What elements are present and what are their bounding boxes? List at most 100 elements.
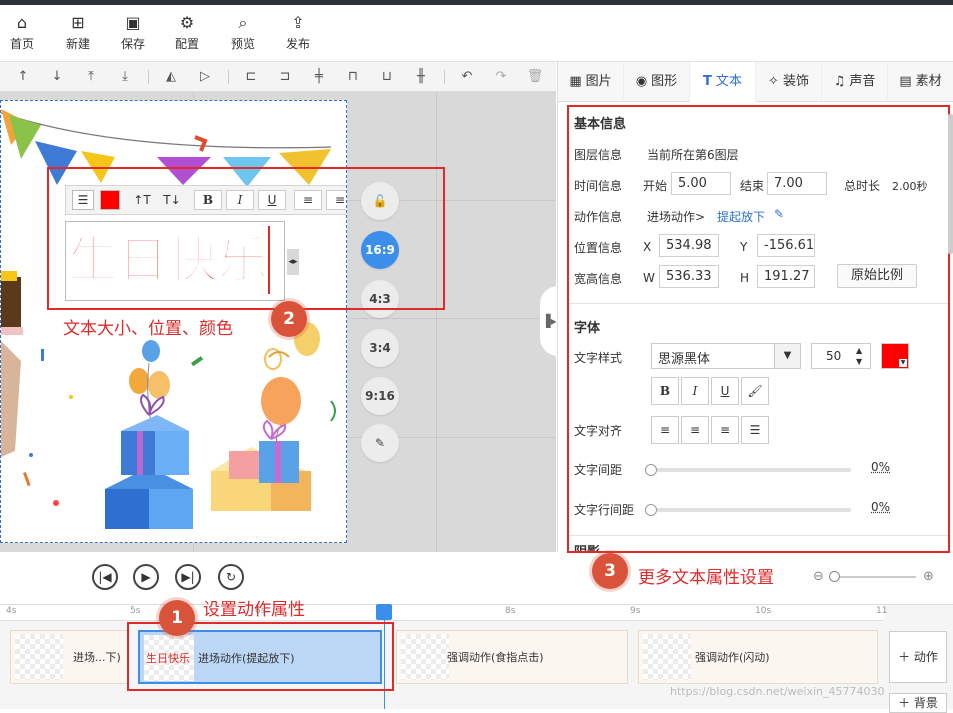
replay-icon[interactable]: ↻ — [218, 564, 244, 590]
font-underline-button[interactable]: U — [711, 377, 739, 405]
sound-icon: ♫ — [833, 74, 846, 89]
tab-material[interactable]: ▤ 素材 — [888, 62, 953, 102]
align-right-text-button[interactable]: ≡ — [711, 416, 739, 444]
tab-image[interactable]: ▦ 图片 — [558, 62, 624, 102]
end-label: 结束 — [740, 179, 765, 193]
align-top-icon[interactable]: ⊓ — [344, 68, 362, 86]
letter-spacing-slider[interactable] — [651, 468, 851, 472]
add-background-button[interactable]: ＋ 背景 — [889, 693, 947, 713]
action-type: 进场动作> — [647, 210, 706, 224]
next-icon[interactable]: ▶| — [175, 564, 201, 590]
zoom-out-icon[interactable]: ⊖ — [813, 569, 824, 584]
font-size-value: 50 — [826, 349, 842, 363]
shadow-heading: 阴影 — [574, 541, 694, 551]
height-input[interactable]: 191.27 — [757, 265, 815, 288]
flip-horizontal-icon[interactable]: ◭ — [162, 68, 180, 86]
letter-spacing-value[interactable]: 0% — [871, 460, 890, 474]
line-spacing-knob[interactable] — [645, 504, 657, 516]
panel-collapse-handle[interactable]: ▐▸ — [540, 286, 556, 356]
align-center-icon[interactable]: ╪ — [310, 68, 328, 86]
ruler-label: 4s — [6, 606, 17, 616]
timeline-clip[interactable]: 强调动作(食指点击) — [396, 630, 628, 684]
new-button[interactable]: ⊞ 新建 — [56, 13, 100, 52]
clip-thumbnail — [15, 634, 63, 680]
move-bottom-icon[interactable]: ⤓ — [116, 68, 134, 86]
flip-vertical-icon[interactable]: ▷ — [196, 68, 214, 86]
font-family-value: 思源黑体 — [658, 352, 711, 367]
justify-text-button[interactable]: ☰ — [741, 416, 769, 444]
play-icon[interactable]: ▶ — [133, 564, 159, 590]
tab-image-label: 图片 — [585, 74, 612, 89]
save-button[interactable]: ▣ 保存 — [111, 13, 155, 52]
font-bold-button[interactable]: B — [651, 377, 679, 405]
y-input[interactable]: -156.61 — [757, 234, 815, 257]
tab-decoration-label: 装饰 — [782, 74, 809, 89]
chevron-down-icon: ▼ — [774, 344, 800, 368]
x-input[interactable]: 534.98 — [659, 234, 719, 257]
preview-button[interactable]: ⌕ 预览 — [221, 13, 265, 52]
preview-icon: ⌕ — [238, 13, 248, 32]
undo-icon[interactable]: ↶ — [458, 68, 476, 86]
zoom-knob[interactable] — [829, 571, 840, 582]
timeline-clip[interactable]: 强调动作(闪动) — [638, 630, 878, 684]
end-input[interactable]: 7.00 — [767, 172, 827, 195]
tab-decoration[interactable]: ✧ 装饰 — [756, 62, 822, 102]
move-up-icon[interactable]: ↑ — [14, 68, 32, 86]
ratio-3-4-button[interactable]: 3:4 — [361, 329, 399, 367]
align-middle-icon[interactable]: ╫ — [412, 68, 430, 86]
tab-text[interactable]: T 文本 — [690, 62, 756, 102]
delete-icon[interactable]: 🗑 — [526, 68, 544, 86]
tab-sound-label: 声音 — [849, 74, 876, 89]
move-down-icon[interactable]: ↓ — [48, 68, 66, 86]
ratio-9-16-button[interactable]: 9:16 — [361, 377, 399, 415]
zoom-in-icon[interactable]: ⊕ — [923, 569, 934, 584]
move-top-icon[interactable]: ⤒ — [82, 68, 100, 86]
main-toolbar: ⌂ 首页 ⊞ 新建 ▣ 保存 ⚙ 配置 ⌕ 预览 ⇪ 发布 — [0, 5, 953, 62]
font-color-swatch[interactable]: ▼ — [881, 343, 909, 369]
tab-shape[interactable]: ◉ 图形 — [624, 62, 690, 102]
line-spacing-value[interactable]: 0% — [871, 500, 890, 514]
clip-label: 强调动作(食指点击) — [447, 651, 544, 664]
action-label: 动作信息 — [574, 210, 623, 224]
redo-icon[interactable]: ↷ — [492, 68, 510, 86]
edit-toolbar: ↑ ↓ ⤒ ⤓ ◭ ▷ ⊏ ⊐ ╪ ⊓ ⊔ ╫ ↶ ↷ 🗑 — [0, 62, 556, 92]
stepper-arrows-icon[interactable]: ▲ ▼ — [856, 345, 862, 367]
panel-scrollbar[interactable] — [948, 114, 953, 254]
divider — [148, 70, 149, 84]
align-left-text-button[interactable]: ≡ — [651, 416, 679, 444]
properties-panel: ▦ 图片 ◉ 图形 T 文本 ✧ 装饰 ♫ 声音 ▤ 素材 基本信息 图层信息 当前所在第6… — [557, 62, 953, 553]
action-name-link[interactable]: 提起放下 — [717, 208, 765, 225]
align-right-icon[interactable]: ⊐ — [276, 68, 294, 86]
playhead-handle[interactable] — [376, 604, 392, 620]
tab-sound[interactable]: ♫ 声音 — [822, 62, 888, 102]
edit-pen-icon[interactable]: ✎ — [361, 424, 399, 462]
previous-icon[interactable]: |◀ — [92, 564, 118, 590]
zoom-slider[interactable] — [830, 576, 916, 578]
edit-action-icon[interactable]: ✎ — [774, 207, 784, 221]
home-button[interactable]: ⌂ 首页 — [0, 13, 44, 52]
font-family-select[interactable]: 思源黑体 ▼ — [651, 343, 801, 369]
original-ratio-button[interactable]: 原始比例 — [837, 264, 917, 288]
settings-button[interactable]: ⚙ 配置 — [165, 13, 209, 52]
width-input[interactable]: 536.33 — [659, 265, 719, 288]
clip-label: 强调动作(闪动) — [695, 651, 770, 664]
align-left-icon[interactable]: ⊏ — [242, 68, 260, 86]
format-brush-icon[interactable]: 🖌 — [741, 377, 769, 405]
annotation-text-1: 设置动作属性 — [203, 600, 305, 620]
align-bottom-icon[interactable]: ⊔ — [378, 68, 396, 86]
font-italic-button[interactable]: I — [681, 377, 709, 405]
letter-spacing-knob[interactable] — [645, 464, 657, 476]
start-input[interactable]: 5.00 — [671, 172, 731, 195]
preview-label: 预览 — [230, 37, 255, 51]
font-size-stepper[interactable]: 50 ▲ ▼ — [811, 343, 871, 369]
publish-button[interactable]: ⇪ 发布 — [276, 13, 320, 52]
h-label: H — [740, 271, 750, 285]
line-spacing-slider[interactable] — [651, 508, 851, 512]
align-center-text-button[interactable]: ≡ — [681, 416, 709, 444]
annotation-badge-2: 2 — [271, 301, 307, 337]
start-label: 开始 — [643, 179, 668, 193]
add-action-button[interactable]: ＋ 动作 — [889, 631, 947, 683]
timeline-clip[interactable]: 进场...下) — [10, 630, 128, 684]
annotation-box-2 — [47, 167, 445, 310]
total-value: 2.00秒 — [892, 180, 928, 193]
